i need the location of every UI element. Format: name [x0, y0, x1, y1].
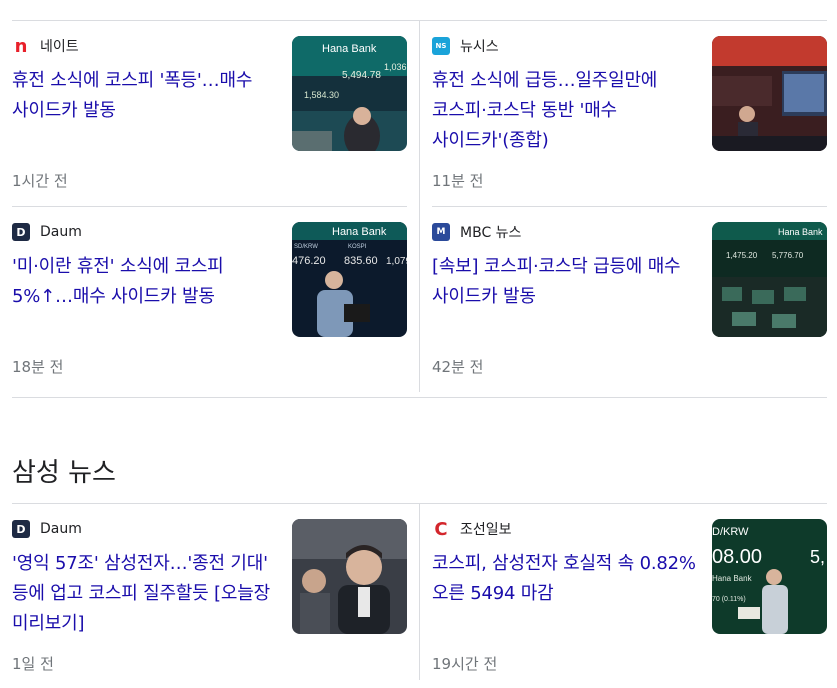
news-thumbnail[interactable]: [712, 36, 827, 151]
news-headline[interactable]: 휴전 소식에 코스피 '폭등'…매수 사이드카 발동: [12, 66, 282, 126]
news-thumbnail[interactable]: Hana Bank 5,494.78 1,584.30 1,036: [292, 36, 407, 151]
news-card[interactable]: n 네이트 휴전 소식에 코스피 '폭등'…매수 사이드카 발동 1시간 전 H…: [12, 20, 407, 205]
news-card[interactable]: D Daum '영익 57조' 삼성전자…'종전 기대' 등에 업고 코스피 질…: [12, 503, 407, 688]
source-name: 네이트: [40, 39, 79, 55]
source-name: 뉴시스: [460, 39, 499, 55]
news-source: C 조선일보: [432, 519, 512, 540]
news-time: 19시간 전: [432, 655, 498, 673]
source-name: Daum: [40, 521, 82, 537]
chosun-logo-icon: C: [432, 519, 450, 540]
svg-text:KOSPI: KOSPI: [348, 244, 367, 250]
newsis-logo-icon: NS: [432, 37, 450, 55]
news-source: M MBC 뉴스: [432, 222, 521, 242]
svg-text:1,584.30: 1,584.30: [304, 90, 339, 100]
nate-logo-icon: n: [12, 36, 30, 57]
svg-text:SD/KRW: SD/KRW: [294, 244, 318, 250]
svg-text:1,475.20: 1,475.20: [726, 251, 758, 260]
news-card[interactable]: M MBC 뉴스 [속보] 코스피·코스닥 급등에 매수 사이드카 발동 42분…: [432, 206, 827, 391]
svg-text:D/KRW: D/KRW: [712, 526, 749, 538]
daum-logo-icon: D: [12, 223, 30, 241]
svg-text:08.00: 08.00: [712, 546, 762, 568]
news-headline[interactable]: 휴전 소식에 급등…일주일만에 코스피·코스닥 동반 '매수 사이드카'(종합): [432, 66, 702, 156]
news-thumbnail[interactable]: D/KRW 08.00 5, Hana Bank 70 (0.11%): [712, 519, 827, 634]
svg-text:835.60: 835.60: [344, 255, 378, 267]
svg-text:Hana Bank: Hana Bank: [778, 227, 823, 237]
news-time: 18분 전: [12, 358, 64, 376]
source-name: 조선일보: [460, 522, 512, 538]
svg-text:5,494.78: 5,494.78: [342, 70, 381, 81]
section-divider: [12, 397, 827, 398]
section-title-samsung-news[interactable]: 삼성 뉴스: [12, 452, 116, 489]
news-time: 1일 전: [12, 655, 54, 673]
source-name: MBC 뉴스: [460, 225, 522, 241]
svg-text:Hana Bank: Hana Bank: [712, 574, 753, 583]
news-headline[interactable]: '영익 57조' 삼성전자…'종전 기대' 등에 업고 코스피 질주할듯 [오늘…: [12, 549, 282, 639]
svg-text:5,776.70: 5,776.70: [772, 251, 804, 260]
news-thumbnail[interactable]: [292, 519, 407, 634]
news-time: 42분 전: [432, 358, 484, 376]
news-card[interactable]: D Daum '미·이란 휴전' 소식에 코스피 5%↑…매수 사이드카 발동 …: [12, 206, 407, 391]
news-source: NS 뉴시스: [432, 36, 499, 56]
daum-logo-icon: D: [12, 520, 30, 538]
news-time: 1시간 전: [12, 172, 68, 190]
svg-text:476.20: 476.20: [292, 255, 326, 267]
mbc-logo-icon: M: [432, 223, 450, 241]
svg-text:70 (0.11%): 70 (0.11%): [712, 596, 746, 603]
news-thumbnail[interactable]: Hana Bank 1,475.20 5,776.70: [712, 222, 827, 337]
news-time: 11분 전: [432, 172, 484, 190]
news-card[interactable]: NS 뉴시스 휴전 소식에 급등…일주일만에 코스피·코스닥 동반 '매수 사이…: [432, 20, 827, 205]
svg-text:Hana Bank: Hana Bank: [332, 226, 387, 238]
source-name: Daum: [40, 224, 82, 240]
news-headline[interactable]: 코스피, 삼성전자 호실적 속 0.82% 오른 5494 마감: [432, 549, 702, 609]
column-divider: [419, 20, 420, 392]
news-headline[interactable]: '미·이란 휴전' 소식에 코스피 5%↑…매수 사이드카 발동: [12, 252, 282, 312]
svg-text:Hana Bank: Hana Bank: [322, 43, 377, 55]
column-divider-samsung: [419, 503, 420, 680]
news-source: D Daum: [12, 222, 82, 242]
svg-text:1,079: 1,079: [386, 256, 407, 267]
svg-text:5,: 5,: [810, 547, 825, 567]
news-source: n 네이트: [12, 36, 79, 57]
news-source: D Daum: [12, 519, 82, 539]
news-headline[interactable]: [속보] 코스피·코스닥 급등에 매수 사이드카 발동: [432, 252, 702, 312]
svg-text:1,036: 1,036: [384, 62, 407, 72]
news-card[interactable]: C 조선일보 코스피, 삼성전자 호실적 속 0.82% 오른 5494 마감 …: [432, 503, 827, 688]
news-thumbnail[interactable]: Hana Bank SD/KRW KOSPI 476.20 835.60 1,0…: [292, 222, 407, 337]
